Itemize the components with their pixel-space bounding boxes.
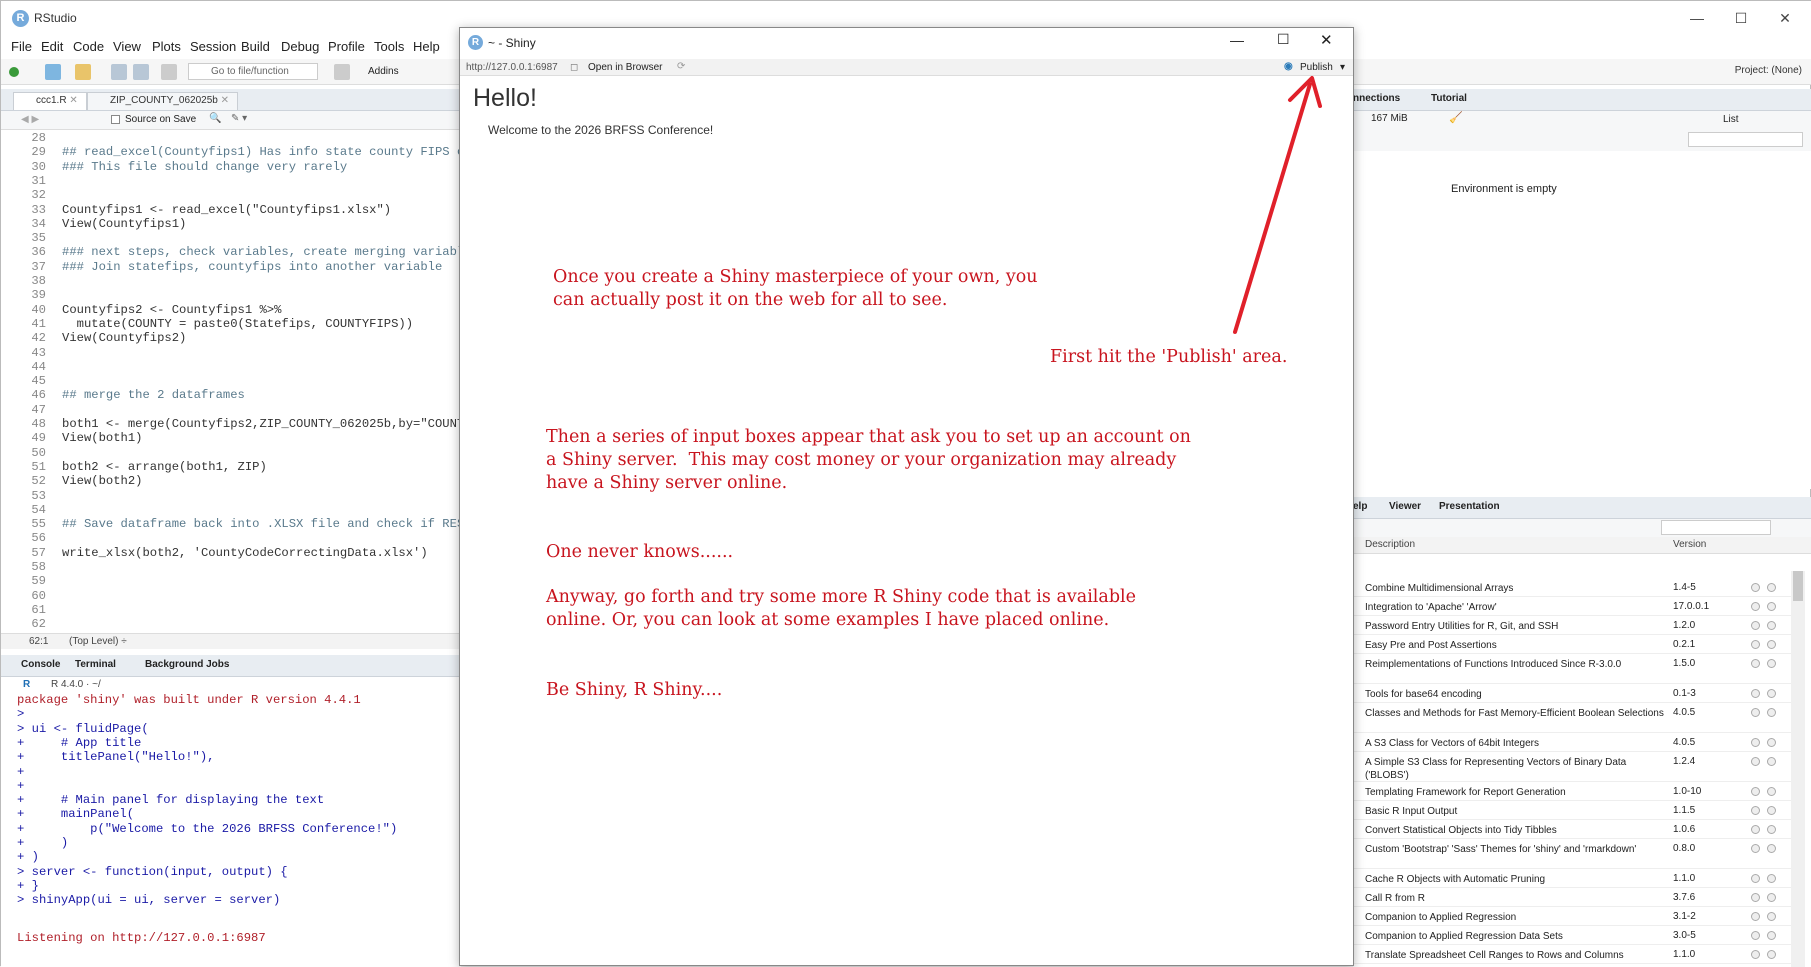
annotation-arrow-icon [1233, 76, 1322, 334]
